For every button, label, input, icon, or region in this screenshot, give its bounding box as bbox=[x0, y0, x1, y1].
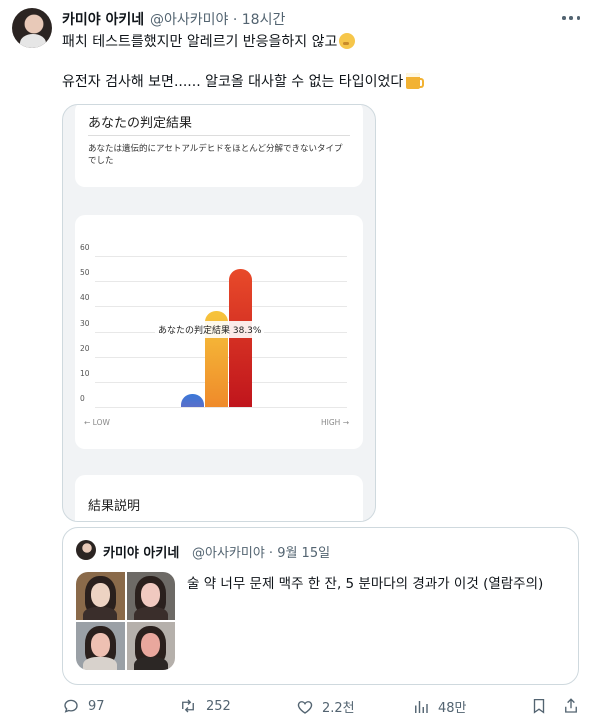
views-button[interactable]: 48만 bbox=[412, 697, 467, 716]
chart-y-tick-label: 50 bbox=[80, 268, 90, 278]
tweet-text-line2-content: 유전자 검사해 보면...... 알코올 대사할 수 없는 타입이었다 bbox=[62, 74, 404, 90]
chart-gridline bbox=[95, 407, 347, 408]
view-count: 48만 bbox=[438, 701, 467, 716]
reply-count: 97 bbox=[88, 698, 105, 714]
chart-y-tick-label: 20 bbox=[80, 343, 90, 353]
tweet-text-line1-content: 패치 테스트를했지만 알레르기 반응을하지 않고 bbox=[62, 34, 338, 50]
thinking-face-icon bbox=[339, 33, 356, 49]
chart-axis-low-label: ← LOW bbox=[84, 418, 110, 427]
chart-y-tick-label: 40 bbox=[80, 293, 90, 303]
result-explanation-card: 結果説明 bbox=[75, 475, 363, 521]
reply-icon bbox=[64, 699, 78, 713]
reply-button[interactable]: 97 bbox=[62, 697, 105, 715]
bookmark-button[interactable] bbox=[530, 697, 548, 719]
result-card-title: あなたの判定結果 bbox=[88, 116, 193, 131]
chart-bar bbox=[181, 394, 204, 407]
bookmark-icon bbox=[533, 698, 545, 714]
chart-y-tick-label: 10 bbox=[80, 368, 90, 378]
like-count: 2.2천 bbox=[322, 701, 355, 716]
quoted-photo-3[interactable] bbox=[76, 622, 125, 670]
share-icon bbox=[565, 698, 577, 713]
result-card: あなたの判定結果 あなたは遺伝的にアセトアルデヒドをほとんど分解できないタイプで… bbox=[75, 105, 363, 187]
quoted-author-avatar bbox=[76, 540, 96, 560]
tweet-text-line2: 유전자 검사해 보면...... 알코올 대사할 수 없는 타입이었다 bbox=[62, 72, 425, 92]
result-card-description: あなたは遺伝的にアセトアルデヒドをほとんど分解できないタイプでした bbox=[88, 144, 343, 166]
result-explanation-title: 結果説明 bbox=[88, 499, 141, 514]
quoted-photo-2[interactable] bbox=[126, 572, 175, 620]
chart-y-tick-label: 60 bbox=[80, 243, 90, 252]
quoted-author-name: 카미야 아키네 bbox=[103, 546, 180, 561]
quoted-tweet[interactable]: 카미야 아키네 @아사카미야 · 9월 15일 술 약 너무 문제 맥주 한 잔… bbox=[62, 527, 579, 685]
author-name[interactable]: 카미야 아키네 bbox=[62, 9, 144, 29]
analytics-icon bbox=[415, 700, 428, 713]
share-button[interactable] bbox=[562, 697, 580, 719]
heart-icon bbox=[297, 700, 313, 714]
tweet-text-line1: 패치 테스트를했지만 알레르기 반응을하지 않고 bbox=[62, 32, 356, 52]
beer-mug-icon bbox=[406, 73, 425, 89]
retweet-button[interactable]: 252 bbox=[178, 697, 231, 715]
more-options-icon[interactable] bbox=[562, 12, 580, 24]
retweet-icon bbox=[182, 699, 194, 713]
quoted-photo-4[interactable] bbox=[126, 622, 175, 670]
retweet-count: 252 bbox=[206, 698, 231, 714]
result-card-divider bbox=[88, 135, 350, 136]
result-chart-card: 0 10 20 30 40 50 60 あなたの判定結果 38.3% ← LOW HIGH … bbox=[75, 215, 363, 449]
quoted-tweet-text: 술 약 너무 문제 맥주 한 잔, 5 분마다의 경과가 이것 (열람주의) bbox=[187, 576, 544, 592]
like-button[interactable]: 2.2천 bbox=[296, 697, 355, 716]
quoted-media-grid[interactable] bbox=[76, 572, 175, 670]
chart-axis-high-label: HIGH → bbox=[321, 418, 349, 427]
chart-annotation: あなたの判定結果 38.3% bbox=[155, 321, 265, 338]
author-avatar[interactable] bbox=[12, 8, 52, 48]
tweet-media-image[interactable]: あなたの判定結果 あなたは遺伝的にアセトアルデヒドをほとんど分解できないタイプで… bbox=[62, 104, 376, 522]
quoted-photo-1[interactable] bbox=[76, 572, 125, 620]
chart-y-tick-label: 0 bbox=[80, 394, 85, 403]
chart-y-tick-label: 30 bbox=[80, 318, 90, 328]
author-handle-time[interactable]: @아사카미야 · 18시간 bbox=[150, 9, 285, 29]
quoted-author-handle-date: @아사카미야 · 9월 15일 bbox=[192, 546, 331, 561]
